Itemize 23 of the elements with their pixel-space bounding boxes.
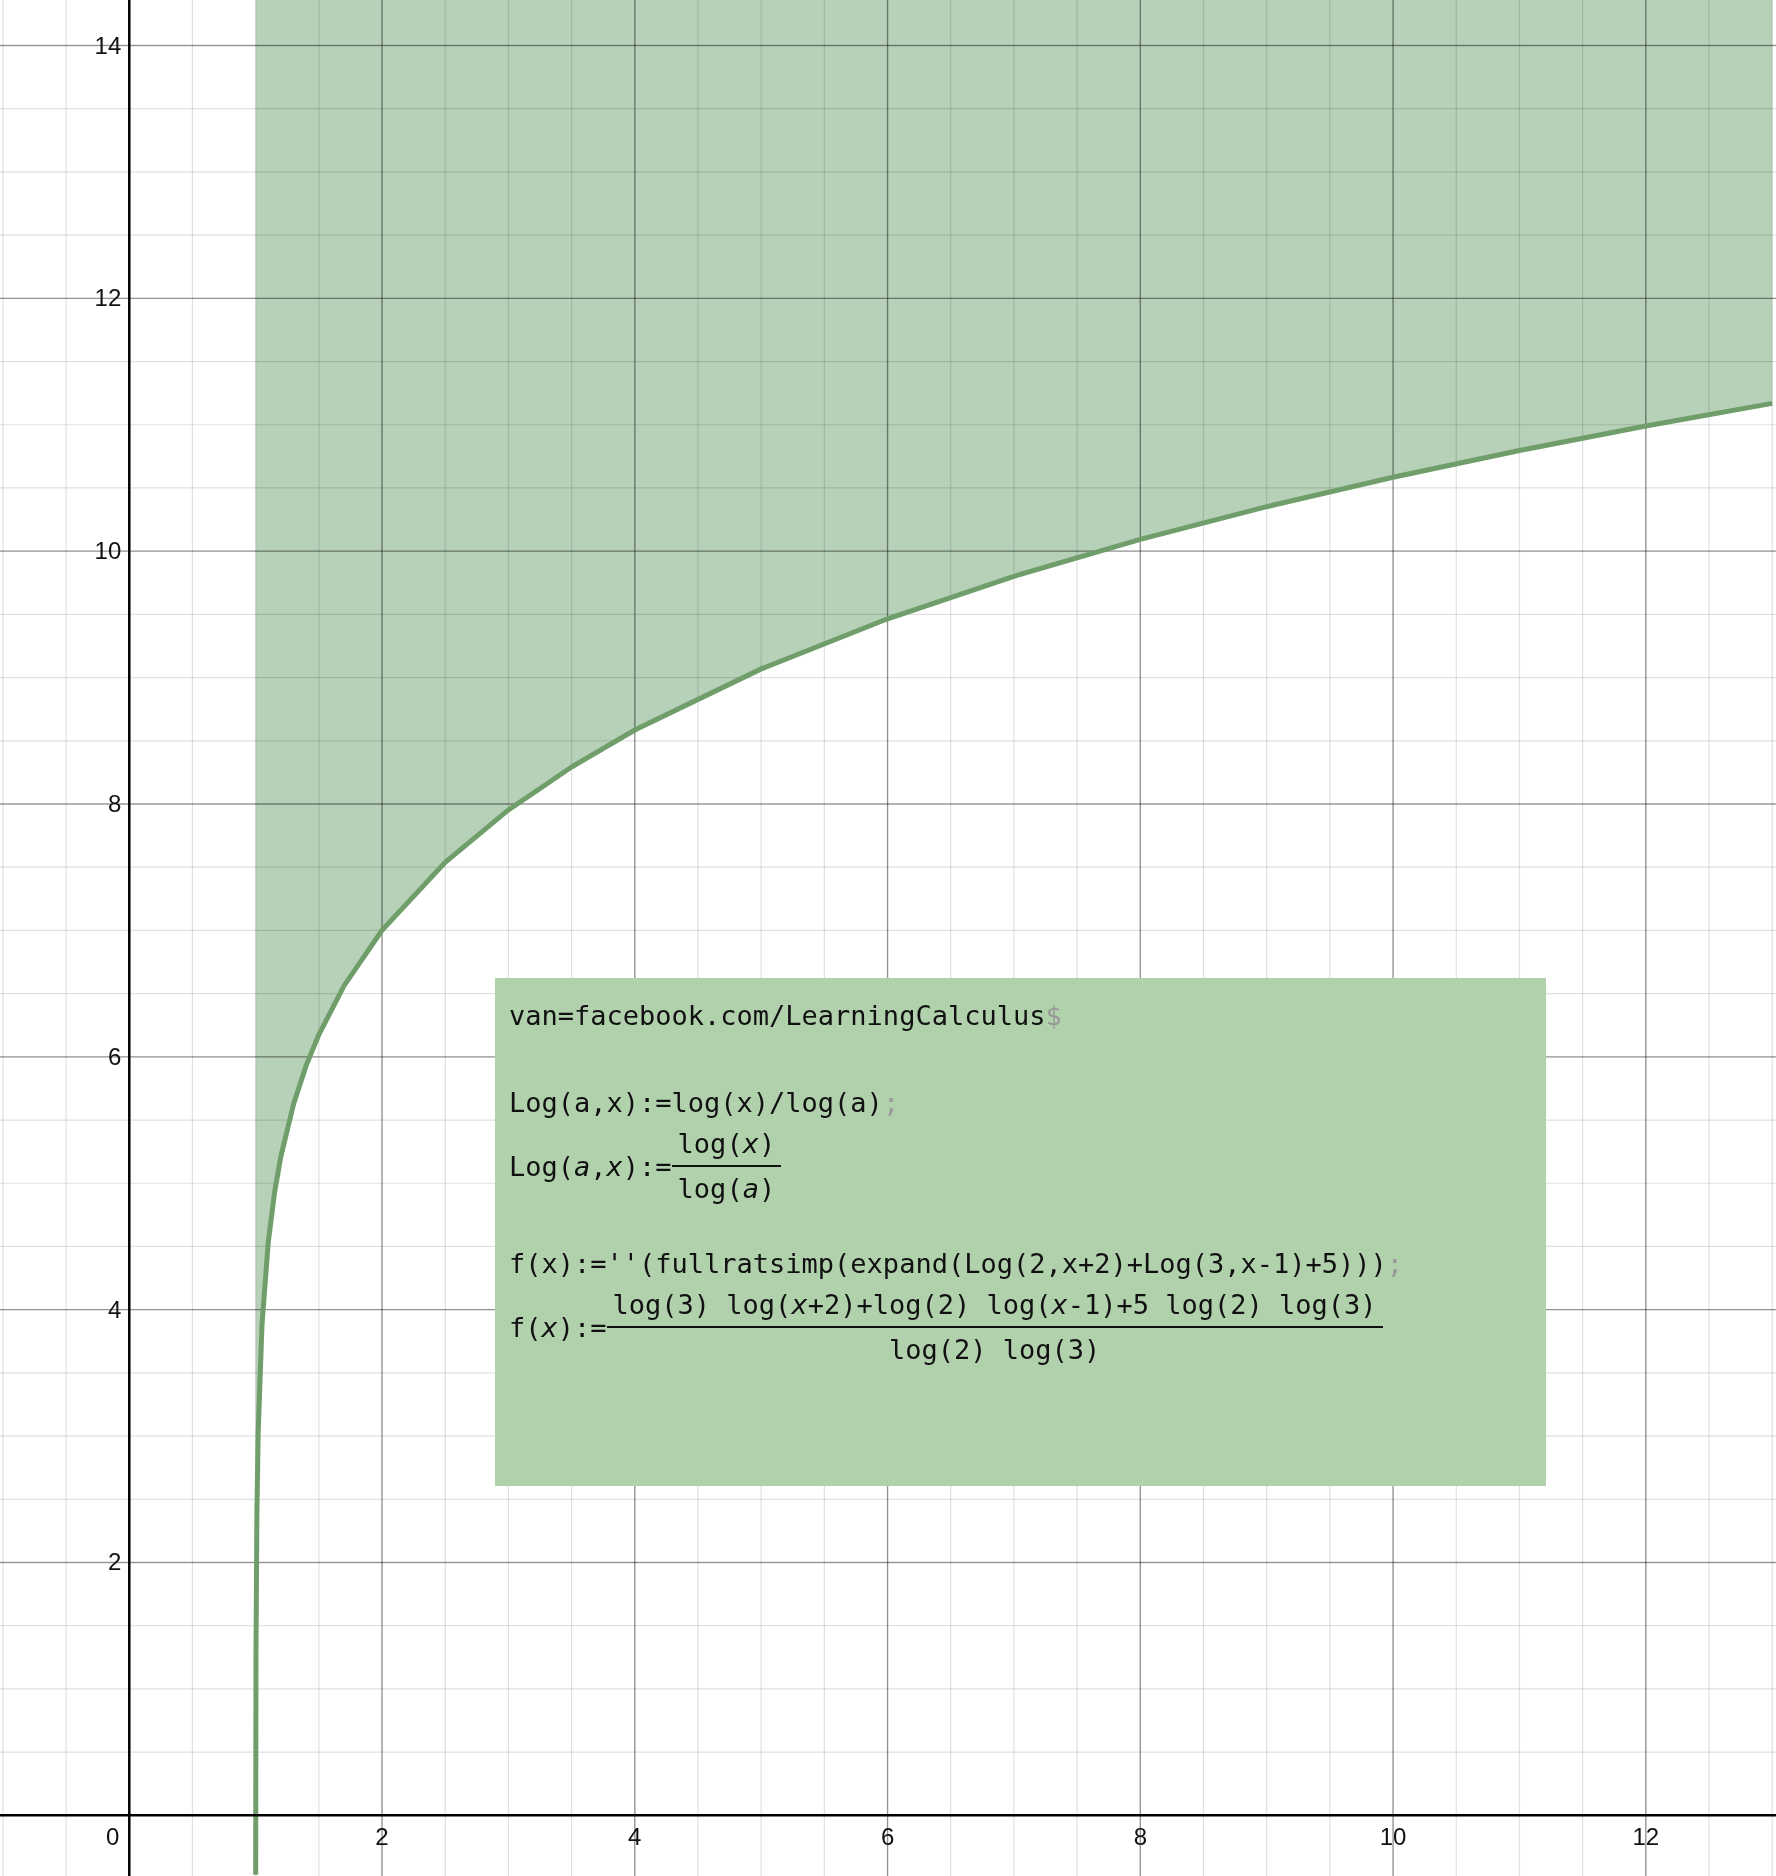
tick-label: 10 xyxy=(94,537,122,565)
tick-label: 6 xyxy=(107,1042,122,1070)
math-expression: f(x):= xyxy=(509,1311,607,1343)
tick-label: 2 xyxy=(375,1823,389,1851)
origin-label: 0 xyxy=(105,1823,120,1851)
tick-label: 12 xyxy=(94,284,122,312)
tick-label: 8 xyxy=(107,790,122,817)
tick-label: 4 xyxy=(628,1823,642,1851)
tick-label: 2 xyxy=(107,1548,122,1576)
tick-label: 12 xyxy=(1632,1823,1660,1851)
fraction-numerator: log(x) xyxy=(671,1128,782,1167)
math-expression: Log(a,x):= xyxy=(509,1150,672,1182)
tick-label: 10 xyxy=(1379,1823,1407,1851)
tick-label: 6 xyxy=(880,1823,895,1851)
fraction-denominator: log(a) xyxy=(677,1172,776,1204)
code-line: Log(a,x):=log(x)/log(a); xyxy=(509,1087,900,1118)
fraction-denominator: log(2) log(3) xyxy=(888,1333,1101,1365)
code-line: van=facebook.com/LearningCalculus$ xyxy=(509,1000,1062,1031)
fraction-numerator: log(3) log(x+2)+log(2) log(x-1)+5 log(2) log(3) xyxy=(606,1289,1383,1328)
tick-label: 8 xyxy=(1133,1823,1147,1851)
tick-label: 14 xyxy=(94,31,122,59)
code-line: f(x):=''(fullratsimp(expand(Log(2,x+2)+Log(3,x-1)+5))); xyxy=(509,1248,1404,1279)
tick-label: 4 xyxy=(107,1295,122,1323)
